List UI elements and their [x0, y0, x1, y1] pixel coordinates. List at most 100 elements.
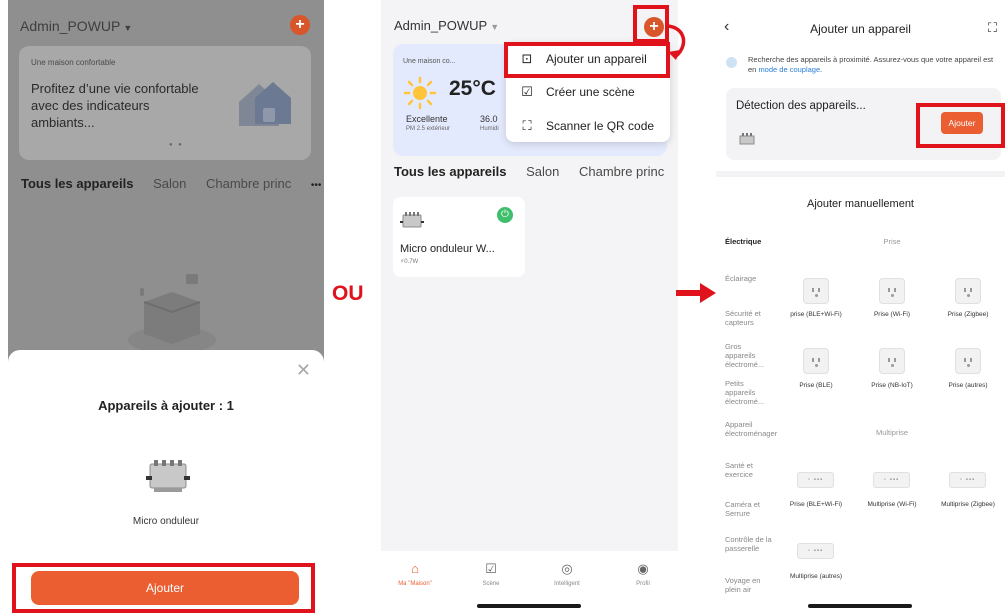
power-strip-icon[interactable]: ▫ ▪▪▪	[873, 472, 910, 488]
menu-item-create-scene[interactable]: ☑ Créer une scène	[520, 84, 635, 104]
home-title: Admin_POWUP	[394, 18, 488, 33]
tab-all-devices[interactable]: Tous les appareils	[394, 164, 506, 179]
power-strip-icon[interactable]: ▫ ▪▪▪	[797, 472, 834, 488]
tab-salon[interactable]: Salon	[526, 164, 559, 179]
phone-screen-home-menu: Admin_POWUP ▼ Une maison co... 25°C Excel…	[381, 0, 678, 613]
section-multiprise-title: Multiprise	[875, 428, 909, 437]
home-title: Admin_POWUP	[20, 18, 121, 34]
manual-add-title: Ajouter manuellement	[806, 198, 914, 210]
devices-to-add-sheet: ✕ Appareils à ajouter : 1 Micro onduleur…	[8, 350, 324, 613]
section-divider	[716, 171, 1005, 177]
home-indicator	[808, 604, 912, 608]
caret-down-icon: ▼	[490, 22, 500, 32]
home-selector[interactable]: Admin_POWUP ▼	[20, 18, 132, 34]
nav-label: Scène	[482, 581, 500, 587]
nav-profile[interactable]: ◉ Profil	[613, 561, 673, 587]
add-icon[interactable]: +	[290, 15, 310, 35]
tab-salon[interactable]: Salon	[153, 176, 186, 191]
phone-screen-add-popup: Admin_POWUP ▼ + Une maison confortable Pr…	[8, 0, 324, 613]
detected-add-button[interactable]: Ajouter	[941, 112, 983, 134]
category-electrique[interactable]: Électrique	[725, 237, 785, 246]
house-icon	[239, 82, 291, 126]
tab-chambre[interactable]: Chambre princ	[206, 176, 291, 191]
power-icon[interactable]: ⏻	[497, 207, 513, 223]
create-scene-icon: ☑	[521, 84, 533, 99]
category-petits-appareils[interactable]: Petits appareils électromé...	[725, 379, 773, 406]
device-power-value: 0.7W	[404, 259, 419, 265]
temperature: 25°C	[449, 77, 496, 100]
carousel-dots: ● ●	[169, 142, 184, 148]
device-type-label[interactable]: Prise (Zigbee)	[938, 311, 998, 319]
add-button[interactable]: Ajouter	[31, 571, 299, 605]
power-strip-icon[interactable]: ▫ ▪▪▪	[949, 472, 986, 488]
device-type-label[interactable]: prise (BLE+Wi-Fi)	[786, 311, 846, 319]
tab-chambre[interactable]: Chambre princ	[579, 164, 664, 179]
home-icon: ⌂	[411, 561, 419, 576]
device-type-label[interactable]: Multiprise (autres)	[786, 573, 846, 581]
category-camera[interactable]: Caméra et Serrure	[725, 500, 775, 518]
search-icon	[726, 57, 737, 68]
nav-smart[interactable]: ◎ Intelligent	[537, 561, 597, 587]
add-dropdown-menu: ⊡ Ajouter un appareil ☑ Créer une scène ⛶ S…	[506, 42, 670, 142]
menu-label: Scanner le QR code	[546, 119, 655, 133]
sun-icon	[403, 76, 437, 110]
micro-inverter-image	[400, 212, 424, 228]
category-passerelle[interactable]: Contrôle de la passerelle	[725, 535, 773, 553]
nav-scene[interactable]: ☑ Scène	[461, 561, 521, 587]
category-electromenager[interactable]: Appareil électroménager	[725, 420, 777, 438]
page-title: Ajouter un appareil	[810, 22, 911, 36]
nav-label: Profil	[636, 581, 650, 587]
profile-icon: ◉	[637, 561, 649, 576]
humidity-value: 36.0	[480, 114, 498, 124]
home-selector[interactable]: Admin_POWUP ▼	[394, 18, 499, 33]
caret-down-icon: ▼	[123, 23, 133, 33]
scan-qr-icon: ⛶	[522, 118, 532, 133]
info-end: .	[820, 65, 823, 74]
bottom-navigation: ⌂ Ma "Maison" ☑ Scène ◎ Intelligent ◉ Pr…	[381, 551, 678, 613]
section-prise-title: Prise	[883, 237, 901, 246]
menu-item-scan-qr[interactable]: ⛶ Scanner le QR code	[520, 118, 654, 138]
plug-icon[interactable]	[879, 348, 905, 374]
category-gros-appareils[interactable]: Gros appareils électromé...	[725, 342, 773, 369]
plug-icon[interactable]	[803, 348, 829, 374]
menu-label: Créer une scène	[546, 85, 635, 99]
detection-label: Détection des appareils...	[736, 100, 866, 112]
add-device-icon: ⊡	[521, 51, 533, 66]
nav-home[interactable]: ⌂ Ma "Maison"	[385, 561, 445, 587]
micro-inverter-image	[146, 460, 190, 492]
room-tabs: Tous les appareils Salon Chambre princ •…	[21, 176, 321, 191]
device-type-label[interactable]: Multiprise (Zigbee)	[938, 501, 998, 509]
plug-icon[interactable]	[803, 278, 829, 304]
humidity-label: Humidi	[480, 126, 499, 132]
device-type-label[interactable]: Prise (Wi-Fi)	[862, 311, 922, 319]
add-icon[interactable]: +	[644, 17, 664, 37]
scene-icon: ☑	[485, 561, 497, 576]
scan-icon[interactable]: ⛶	[988, 20, 997, 36]
welcome-card: Une maison confortable Profitez d’une vi…	[19, 46, 311, 160]
plug-icon[interactable]	[955, 348, 981, 374]
device-type-label[interactable]: Prise (BLE)	[786, 382, 846, 390]
category-voyage[interactable]: Voyage en plein air	[725, 576, 773, 594]
nearby-search-info: Recherche des appareils à proximité. Ass…	[726, 55, 1001, 75]
category-eclairage[interactable]: Éclairage	[725, 274, 785, 283]
tab-all-devices[interactable]: Tous les appareils	[21, 176, 133, 191]
power-strip-icon[interactable]: ▫ ▪▪▪	[797, 543, 834, 559]
device-type-label[interactable]: Prise (NB-IoT)	[862, 382, 922, 390]
device-type-label[interactable]: Prise (BLE+Wi-Fi)	[786, 501, 846, 509]
menu-item-add-device[interactable]: ⊡ Ajouter un appareil	[520, 51, 647, 71]
pairing-mode-link[interactable]: mode de couplage	[758, 65, 820, 74]
phone-screen-add-device: ‹ Ajouter un appareil ⛶ Recherche des ap…	[716, 0, 1005, 613]
device-type-label[interactable]: Prise (autres)	[938, 382, 998, 390]
device-card[interactable]: ⏻ Micro onduleur W... ⚡0.7W	[393, 197, 525, 277]
category-securite[interactable]: Sécurité et capteurs	[725, 309, 775, 327]
category-sante[interactable]: Santé et exercice	[725, 461, 773, 479]
close-icon[interactable]: ✕	[296, 360, 311, 381]
room-tabs: Tous les appareils Salon Chambre princ •…	[394, 164, 678, 179]
card-headline: Profitez d’une vie confortable avec des …	[31, 81, 199, 130]
micro-inverter-image	[739, 133, 755, 145]
more-icon[interactable]: •••	[311, 180, 322, 191]
plug-icon[interactable]	[955, 278, 981, 304]
plug-icon[interactable]	[879, 278, 905, 304]
empty-box-icon	[128, 274, 216, 352]
device-type-label[interactable]: Multiprise (Wi-Fi)	[862, 501, 922, 509]
